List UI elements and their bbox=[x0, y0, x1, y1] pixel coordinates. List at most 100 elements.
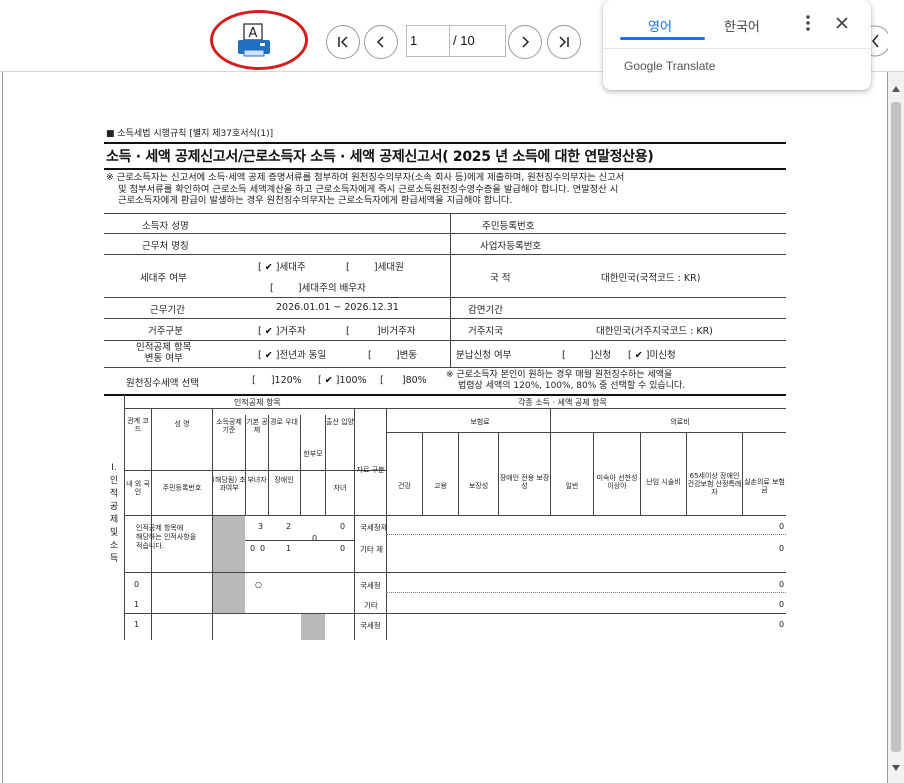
prev-page-button[interactable] bbox=[364, 25, 398, 59]
residence-option-1[interactable]: [ ✔ ]거주자 bbox=[258, 323, 306, 337]
source-nts: 국세청제 bbox=[360, 523, 388, 532]
col-single: 한부모 bbox=[303, 450, 323, 458]
source-nts: 국세청 bbox=[360, 621, 381, 630]
col-source: 자료 구분 bbox=[356, 466, 385, 474]
bizno-label: 사업자등록번호 bbox=[480, 241, 542, 252]
cell-value: 0 bbox=[779, 620, 785, 629]
householder-option-1[interactable]: [ ✔ ]세대주 bbox=[258, 259, 306, 273]
ins-guarantee: 보장성 bbox=[468, 482, 489, 490]
note-text: 인적공제 항목에 해당하는 인적사항을 적습니다. bbox=[136, 524, 197, 550]
residence-option-2[interactable]: [ ]비거주자 bbox=[346, 323, 416, 337]
page-total: / 10 bbox=[450, 25, 506, 57]
more-vert-icon bbox=[806, 15, 810, 31]
period-value: 2026.01.01 ~ 2026.12.31 bbox=[276, 302, 399, 313]
form-title: 소득 · 세액 공제신고서/근로소득자 소득 · 세액 공제신고서( 2025 … bbox=[106, 149, 654, 165]
notice-line-2: 및 첨부서류를 확인하여 근로소득 세액계산을 하고 근로소득자에게 즉시 근로… bbox=[118, 183, 619, 195]
withholding-option-2[interactable]: [ ✔ ]100% bbox=[318, 375, 367, 386]
change-label: 인적공제 항목 변동 여부 bbox=[136, 342, 192, 364]
last-page-button[interactable] bbox=[547, 25, 581, 59]
col-woman: 부녀자 bbox=[247, 476, 267, 484]
shaded-cell bbox=[213, 573, 245, 613]
col-nationality: 내 외 국인 bbox=[126, 480, 150, 496]
cell-value: 0 bbox=[779, 522, 785, 531]
page-number-input[interactable]: 1 bbox=[406, 25, 450, 57]
scroll-down-icon[interactable] bbox=[892, 765, 900, 771]
withholding-option-3[interactable]: [ ]80% bbox=[380, 375, 427, 386]
checkbox-check-icon: ✔ bbox=[264, 326, 273, 337]
installment-label: 분납신청 여부 bbox=[456, 350, 512, 361]
next-page-button[interactable] bbox=[508, 25, 542, 59]
first-page-icon bbox=[338, 36, 348, 48]
vertical-scrollbar[interactable] bbox=[888, 72, 904, 783]
name-label: 소득자 성명 bbox=[142, 221, 189, 232]
reduction-label: 감면기간 bbox=[468, 305, 503, 316]
cell-value: 2 bbox=[286, 522, 292, 531]
installment-option-2[interactable]: [ ✔ ]미신청 bbox=[628, 347, 676, 361]
popup-divider bbox=[603, 48, 871, 49]
withholding-note: ※ 근로소득자 본인이 원하는 경우 매월 원천징수하는 세액을 법령상 세액의 … bbox=[446, 370, 686, 391]
scroll-up-icon[interactable] bbox=[892, 86, 900, 92]
med-senior: 65세이상 장애인건강보험 산정특례자 bbox=[687, 472, 742, 496]
cell-value: 0 bbox=[250, 544, 256, 553]
col-rrn: 주민등록번호 bbox=[162, 484, 202, 492]
rule-title bbox=[104, 168, 786, 170]
cell-value: 0 bbox=[340, 544, 346, 553]
notice-line-3: 근로소득자에게 환급이 발생하는 경우 원천징수의무자는 근로소득자에게 환급세… bbox=[118, 195, 513, 207]
shaded-cell bbox=[213, 516, 245, 572]
first-page-button[interactable] bbox=[326, 25, 360, 59]
withholding-label: 원천징수세액 선택 bbox=[126, 378, 199, 389]
document-page: ■ 소득세법 시행규칙 [별지 제37호서식(1)] 소득 · 세액 공제신고서… bbox=[50, 72, 786, 783]
installment-option-1[interactable]: [ ]신청 bbox=[562, 347, 611, 361]
nationality-value: 대한민국(국적코드 : KR) bbox=[601, 273, 701, 284]
workplace-label: 근무처 명칭 bbox=[142, 241, 189, 252]
residence-label: 거주구분 bbox=[148, 326, 183, 337]
med-loss: 실손의료 보험금 bbox=[744, 478, 785, 494]
householder-option-3[interactable]: [ ]세대주의 배우자 bbox=[270, 280, 366, 294]
region-value: 대한민국(거주지국코드 : KR) bbox=[596, 326, 713, 337]
cell-value: 1 bbox=[286, 544, 292, 553]
med-infertile: 미숙아 선천성 이상아 bbox=[596, 474, 638, 490]
cell-value: 0 bbox=[340, 522, 346, 531]
col-base: 기본 공제 bbox=[246, 418, 268, 434]
med-general: 일반 bbox=[565, 482, 579, 490]
col-birth: 출산 입양 bbox=[326, 418, 354, 426]
scrollbar-thumb[interactable] bbox=[891, 102, 901, 752]
med-fertility: 난임 시술비 bbox=[646, 478, 681, 486]
cell-value: 0 bbox=[779, 544, 785, 553]
change-option-2[interactable]: [ ]변동 bbox=[368, 347, 417, 361]
cell-value: 0 bbox=[779, 580, 785, 589]
col-insurance: 보험료 bbox=[470, 418, 490, 426]
nationality-label: 국 적 bbox=[490, 273, 511, 284]
annotation-circle bbox=[210, 10, 308, 70]
notice-line-1: ※ 근로소득자는 신고서에 소득·세액 공제 증명서류를 첨부하여 원천징수의무… bbox=[106, 172, 625, 183]
chevron-left-icon bbox=[376, 36, 384, 48]
checkbox-check-icon: ✔ bbox=[264, 262, 273, 273]
more-options-button[interactable] bbox=[801, 13, 815, 33]
change-option-1[interactable]: [ ✔ ]전년과 동일 bbox=[258, 347, 326, 361]
chevron-right-icon bbox=[522, 36, 530, 48]
region-label: 거주지국 bbox=[468, 326, 503, 337]
close-button[interactable] bbox=[832, 13, 852, 33]
cell-value: 1 bbox=[134, 620, 140, 629]
rule-top bbox=[104, 142, 786, 144]
householder-option-2[interactable]: [ ]세대원 bbox=[346, 259, 404, 273]
tab-target-language[interactable]: 한국어 bbox=[724, 16, 760, 35]
cell-value: 1 bbox=[134, 600, 140, 609]
shaded-cell bbox=[301, 614, 325, 640]
checkbox-check-icon: ✔ bbox=[324, 375, 333, 386]
google-translate-brand: Google Translate bbox=[624, 59, 716, 73]
withholding-option-1[interactable]: [ ]120% bbox=[252, 375, 302, 386]
active-tab-indicator bbox=[620, 37, 705, 40]
source-other: 기타 bbox=[364, 601, 378, 610]
various-header: 각종 소득 · 세액 공제 항목 bbox=[518, 398, 607, 407]
checkbox-check-icon: ✔ bbox=[264, 350, 273, 361]
householder-label: 세대주 여부 bbox=[140, 273, 187, 284]
section-1-label: Ⅰ. 인적공제 및 소득 bbox=[109, 463, 119, 564]
checkbox-check-icon: ✔ bbox=[634, 350, 643, 361]
close-icon bbox=[836, 17, 848, 29]
tab-source-language[interactable]: 영어 bbox=[648, 16, 672, 35]
col-child: 자녀 bbox=[333, 484, 347, 492]
source-other: 기타 제 bbox=[360, 545, 384, 554]
personal-header: 인적공제 항목 bbox=[234, 398, 281, 407]
form-header: ■ 소득세법 시행규칙 [별지 제37호서식(1)] bbox=[106, 129, 274, 139]
